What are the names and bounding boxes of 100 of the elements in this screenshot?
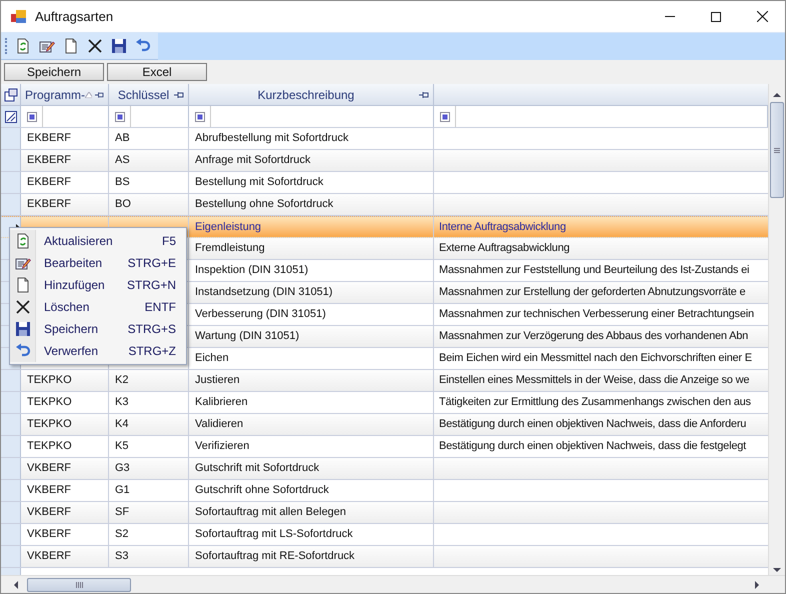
filter-clear-cell[interactable] [1,106,21,127]
scrollbar-thumb[interactable] [27,578,131,592]
table-cell: TEKPKO [21,436,109,457]
scroll-up-icon[interactable] [773,92,781,98]
table-cell: Verbesserung (DIN 31051) [189,304,434,325]
column-label: Schlüssel [116,86,170,104]
table-cell: Abrufbestellung mit Sofortdruck [189,128,434,149]
filter-icon[interactable] [114,112,124,122]
scroll-down-icon[interactable] [773,567,781,573]
table-cell: Sofortauftrag mit allen Belegen [189,502,434,523]
table-cell-text: Externe Auftragsabwicklung [438,241,571,256]
table-cell: Wartung (DIN 31051) [189,326,434,347]
table-cell: S3 [109,546,189,567]
scroll-right-icon[interactable] [754,580,760,588]
table-cell: K3 [109,392,189,413]
excel-button[interactable]: Excel [107,63,207,81]
column-label: Programm- [25,86,86,104]
table-cell: Gutschrift mit Sofortdruck [189,458,434,479]
table-row[interactable]: TEKPKO K4 Validieren Bestätigung durch einen objektiven Nachweis, dass die Anforderu [1,414,768,436]
table-row[interactable]: EKBERF BS Bestellung mit Sofortdruck [1,172,768,194]
scrollbar-thumb[interactable] [770,102,784,198]
table-cell: EKBERF [21,150,109,171]
table-cell: Fremdleistung [189,238,434,259]
table-cell: Eigenleistung [189,217,434,237]
table-cell-text: Tätigkeiten zur Ermittlung des Zusammenhangs zwischen den aus [438,395,752,410]
delete-icon [87,38,103,54]
table-cell: VKBERF [21,458,109,479]
table-cell-text: Beim Eichen wird ein Messmittel nach den Eichvorschriften einer E [438,351,753,366]
table-cell: K5 [109,436,189,457]
table-cell-text: Interne Auftragsabwicklung [438,220,567,235]
maximize-icon [711,12,721,22]
grip-icon [76,582,82,588]
table-row[interactable]: VKBERF G1 Gutschrift ohne Sofortdruck [1,480,768,502]
table-row[interactable]: EKBERF BO Bestellung ohne Sofortdruck [1,194,768,216]
filter-icon[interactable] [26,112,36,122]
table-cell: G1 [109,480,189,501]
minimize-icon [665,16,675,18]
table-cell: TEKPKO [21,414,109,435]
vertical-scrollbar[interactable] [768,84,785,575]
app-icon [11,10,27,24]
table-cell: Sofortauftrag mit RE-Sofortdruck [189,546,434,567]
table-cell: VKBERF [21,480,109,501]
scroll-left-icon[interactable] [13,580,19,588]
filter-clear-icon [4,110,16,122]
table-row[interactable]: TEKPKO K2 Justieren Einstellen eines Messmittels in der Weise, dass die Anzeige so we [1,370,768,392]
window-title: Auftragsarten [35,8,114,26]
table-cell: Bestellung ohne Sofortdruck [189,194,434,215]
table-row[interactable]: VKBERF SF Sofortauftrag mit allen Belegen [1,502,768,524]
column-header[interactable]: Schlüssel [109,84,189,105]
table-cell: Kalibrieren [189,392,434,413]
table-cell: EKBERF [21,194,109,215]
table-row[interactable]: VKBERF S2 Sofortauftrag mit LS-Sofortdruck [1,524,768,546]
column-label: Kurzbeschreibung [256,86,356,104]
column-chooser-icon [4,88,18,102]
table-cell: EKBERF [21,128,109,149]
table-row[interactable]: TEKPKO K5 Verifizieren Bestätigung durch einen objektiven Nachweis, dass die festgelegt [1,436,768,458]
table-row[interactable]: VKBERF S3 Sofortauftrag mit RE-Sofortdruck [1,546,768,568]
table-cell-text: Bestätigung durch einen objektiven Nachweis, dass die Anforderu [438,417,748,432]
table-cell: Anfrage mit Sofortdruck [189,150,434,171]
table-cell: Validieren [189,414,434,435]
table-cell-text: Massnahmen zur Erstellung der geforderten Abnutzungsvorräte e [438,285,746,300]
table-cell: Sofortauftrag mit LS-Sofortdruck [189,524,434,545]
undo-icon [14,343,30,359]
table-cell: Verifizieren [189,436,434,457]
table-cell: Bestellung mit Sofortdruck [189,172,434,193]
table-cell-text: Massnahmen zur technischen Verbesserung einer Betrachtungsein [438,307,755,322]
table-row[interactable]: EKBERF AB Abrufbestellung mit Sofortdruck [1,128,768,150]
table-cell: Justieren [189,370,434,391]
sort-ascending-icon [85,92,92,98]
horizontal-scrollbar[interactable] [1,575,785,593]
blank-document-icon [63,38,79,54]
refresh-document-icon [15,38,31,54]
table-cell: TEKPKO [21,370,109,391]
table-row[interactable]: TEKPKO K3 Kalibrieren Tätigkeiten zur Ermittlung des Zusammenhangs zwischen den aus [1,392,768,414]
pin-icon[interactable] [95,90,104,98]
filter-icon[interactable] [440,112,450,122]
table-cell: BS [109,172,189,193]
column-header[interactable]: Programm- [21,84,109,105]
close-icon [756,11,768,22]
table-cell-text: Einstellen eines Messmittels in der Weise, dass die Anzeige so we [438,373,750,388]
grip-icon [774,148,780,152]
table-cell: SF [109,502,189,523]
table-row[interactable]: EKBERF AS Anfrage mit Sofortdruck [1,150,768,172]
column-header[interactable]: Kurzbeschreibung [189,84,434,105]
pin-icon[interactable] [419,90,429,98]
table-row[interactable]: VKBERF G3 Gutschrift mit Sofortdruck [1,458,768,480]
save-button[interactable]: Speichern [4,63,104,81]
filter-icon[interactable] [194,112,204,122]
table-cell: K2 [109,370,189,391]
table-cell: AS [109,150,189,171]
table-cell: Gutschrift ohne Sofortdruck [189,480,434,501]
pin-icon[interactable] [174,90,184,98]
blank-document-icon [14,277,30,293]
table-cell: EKBERF [21,172,109,193]
table-cell: S2 [109,524,189,545]
table-cell: Inspektion (DIN 31051) [189,260,434,281]
delete-icon [14,299,30,315]
table-cell: Eichen [189,348,434,369]
table-cell: BO [109,194,189,215]
table-cell: K4 [109,414,189,435]
